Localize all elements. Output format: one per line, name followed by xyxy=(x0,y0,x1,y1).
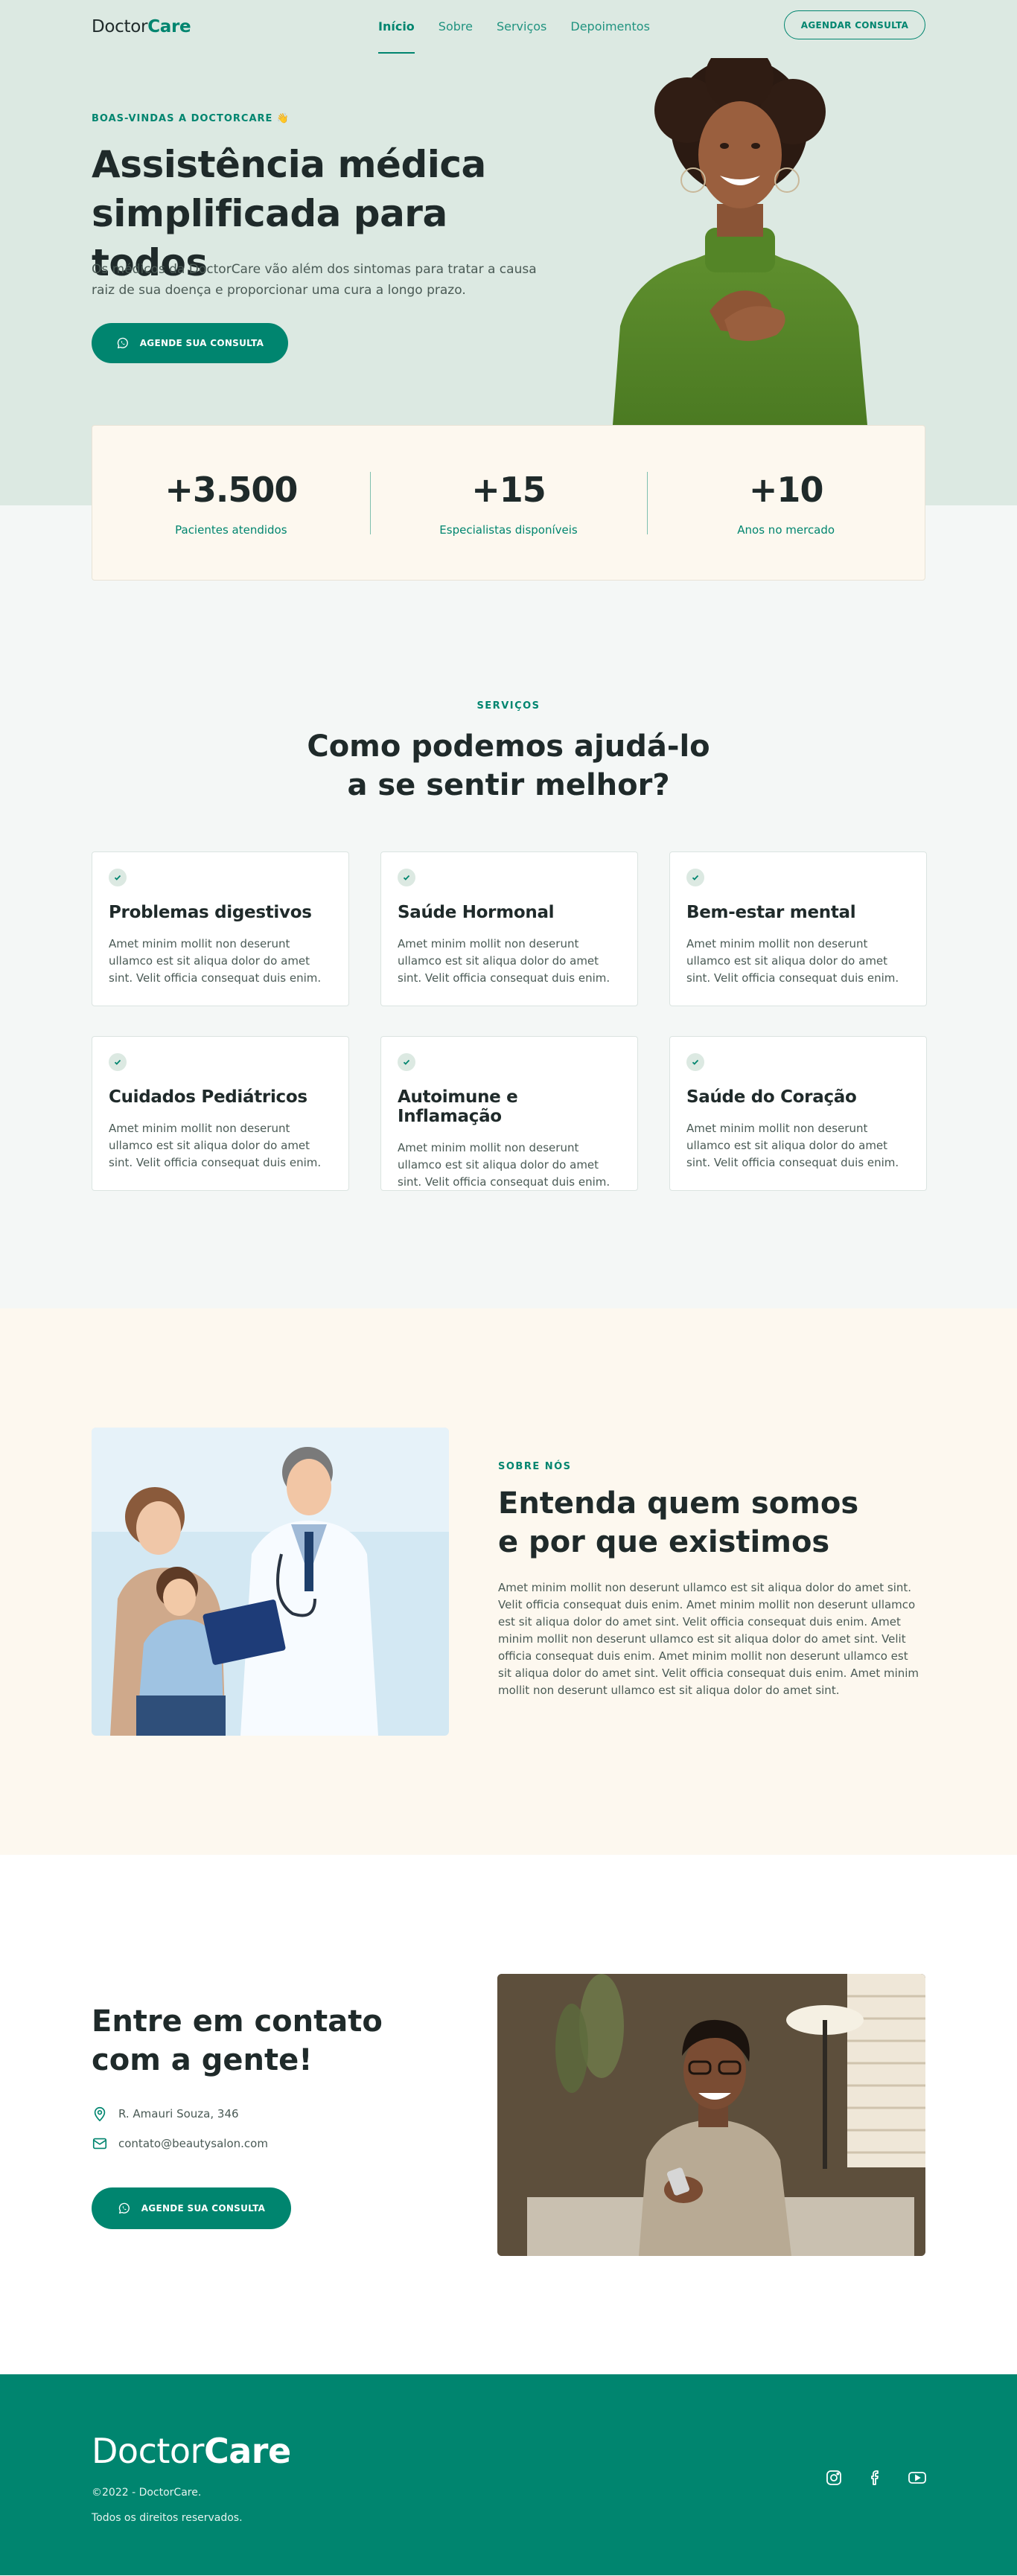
hero-tag: BOAS-VINDAS A DOCTORCARE 👋 xyxy=(92,113,290,124)
service-card-title: Problemas digestivos xyxy=(109,903,312,922)
logo[interactable]: DoctorCare xyxy=(92,17,191,36)
hero-woman-photo xyxy=(613,58,867,425)
check-icon xyxy=(686,869,704,886)
footer-logo-text: Doctor xyxy=(92,2431,204,2471)
contact-title-line1: Entre em contato xyxy=(92,2004,383,2039)
logo-text-bold: Care xyxy=(147,17,191,36)
whatsapp-icon xyxy=(117,337,128,349)
contact-email[interactable]: contato@beautysalon.com xyxy=(92,2135,268,2152)
about-section: SOBRE NÓS Entenda quem somos e por que e… xyxy=(0,1308,1017,1855)
nav-item-servicos[interactable]: Serviços xyxy=(497,0,546,54)
stat-label: Pacientes atendidos xyxy=(175,522,287,537)
services-title-line2: a se sentir melhor? xyxy=(347,768,670,802)
check-icon xyxy=(398,1053,415,1071)
map-pin-icon xyxy=(94,2106,106,2122)
service-card: Problemas digestivos Amet minim mollit no… xyxy=(92,851,349,1006)
main-nav: Início Sobre Serviços Depoimentos xyxy=(378,0,650,54)
service-card: Cuidados Pediátricos Amet minim mollit no… xyxy=(92,1036,349,1191)
contact-title-line2: com a gente! xyxy=(92,2043,313,2077)
services-title: Como podemos ajudá-lo a se sentir melhor… xyxy=(0,727,1017,805)
youtube-icon[interactable] xyxy=(908,2468,927,2487)
schedule-appointment-button[interactable]: AGENDAR CONSULTA xyxy=(784,10,925,39)
service-card-text: Amet minim mollit non deserunt ullamco e… xyxy=(398,937,610,985)
hero-schedule-button[interactable]: AGENDE SUA CONSULTA xyxy=(92,323,288,363)
stat-years: +10 Anos no mercado xyxy=(647,426,925,580)
rights-text: Todos os direitos reservados. xyxy=(92,2512,243,2524)
logo-text: Doctor xyxy=(92,17,148,36)
check-icon xyxy=(398,869,415,886)
service-card-title: Bem-estar mental xyxy=(686,903,856,922)
service-card: Saúde do Coração Amet minim mollit non de… xyxy=(669,1036,927,1191)
nav-item-depoimentos[interactable]: Depoimentos xyxy=(570,0,650,54)
stat-value: +10 xyxy=(748,469,824,510)
stat-patients: +3.500 Pacientes atendidos xyxy=(92,426,370,580)
service-card: Saúde Hormonal Amet minim mollit non dese… xyxy=(380,851,638,1006)
contact-title: Entre em contato com a gente! xyxy=(92,2002,404,2080)
social-links xyxy=(824,2468,927,2487)
footer-copyright: ©2022 - DoctorCare. Todos os direitos re… xyxy=(92,2480,243,2531)
stat-specialists: +15 Especialistas disponíveis xyxy=(369,426,648,580)
service-card-text: Amet minim mollit non deserunt ullamco e… xyxy=(109,937,322,985)
stat-value: +15 xyxy=(471,469,546,510)
services-grid: Problemas digestivos Amet minim mollit no… xyxy=(92,851,927,1191)
service-card-title: Saúde do Coração xyxy=(686,1087,857,1107)
footer-logo-text-bold: Care xyxy=(203,2431,291,2471)
stats-panel: +3.500 Pacientes atendidos +15 Especiali… xyxy=(92,425,925,581)
about-title-line2: e por que existimos xyxy=(498,1525,830,1559)
contact-button-label: AGENDE SUA CONSULTA xyxy=(141,2203,266,2214)
services-title-line1: Como podemos ajudá-lo xyxy=(307,729,710,764)
address-text: R. Amauri Souza, 346 xyxy=(118,2107,239,2120)
whatsapp-icon xyxy=(118,2202,130,2214)
about-text: Amet minim mollit non deserunt ullamco e… xyxy=(498,1581,919,1697)
hero-description: Os médicos da DoctorCare vão além dos si… xyxy=(92,262,537,298)
contact-schedule-button[interactable]: AGENDE SUA CONSULTA xyxy=(92,2187,291,2229)
check-icon xyxy=(686,1053,704,1071)
check-icon xyxy=(109,1053,127,1071)
service-card-text: Amet minim mollit non deserunt ullamco e… xyxy=(686,1122,899,1169)
about-title-line1: Entenda quem somos xyxy=(498,1486,859,1521)
contact-address: R. Amauri Souza, 346 xyxy=(92,2106,239,2122)
site-header: DoctorCare Início Sobre Serviços Depoime… xyxy=(0,0,1017,54)
facebook-icon[interactable] xyxy=(866,2468,885,2487)
man-with-phone-photo xyxy=(497,1974,925,2256)
nav-item-inicio[interactable]: Início xyxy=(378,0,415,54)
service-card-text: Amet minim mollit non deserunt ullamco e… xyxy=(398,1141,610,1189)
check-icon xyxy=(109,869,127,886)
service-card: Bem-estar mental Amet minim mollit non de… xyxy=(669,851,927,1006)
service-card-text: Amet minim mollit non deserunt ullamco e… xyxy=(109,1122,322,1169)
about-tag: SOBRE NÓS xyxy=(498,1461,572,1472)
contact-section: Entre em contato com a gente! R. Amauri … xyxy=(0,1855,1017,2374)
footer-logo[interactable]: DoctorCare xyxy=(92,2431,291,2471)
service-card-title: Cuidados Pediátricos xyxy=(109,1087,307,1107)
service-card-title: Saúde Hormonal xyxy=(398,903,555,922)
site-footer: DoctorCare ©2022 - DoctorCare. Todos os … xyxy=(0,2374,1017,2575)
hero-button-label: AGENDE SUA CONSULTA xyxy=(139,338,264,348)
stat-label: Especialistas disponíveis xyxy=(439,522,578,537)
stat-value: +3.500 xyxy=(165,469,298,510)
services-tag: SERVIÇOS xyxy=(476,700,541,712)
services-section: SERVIÇOS Como podemos ajudá-lo a se sent… xyxy=(0,505,1017,1308)
instagram-icon[interactable] xyxy=(824,2468,844,2487)
service-card-text: Amet minim mollit non deserunt ullamco e… xyxy=(686,937,899,985)
mail-icon xyxy=(92,2138,107,2150)
about-title: Entenda quem somos e por que existimos xyxy=(498,1484,885,1562)
service-card-title: Autoimune e Inflamação xyxy=(398,1087,518,1126)
nav-item-sobre[interactable]: Sobre xyxy=(439,0,473,54)
service-card: Autoimune e Inflamação Amet minim mollit … xyxy=(380,1036,638,1191)
stat-label: Anos no mercado xyxy=(737,522,835,537)
copyright-text: ©2022 - DoctorCare. xyxy=(92,2487,202,2499)
email-text: contato@beautysalon.com xyxy=(118,2137,268,2150)
doctor-with-patients-photo xyxy=(92,1428,449,1736)
